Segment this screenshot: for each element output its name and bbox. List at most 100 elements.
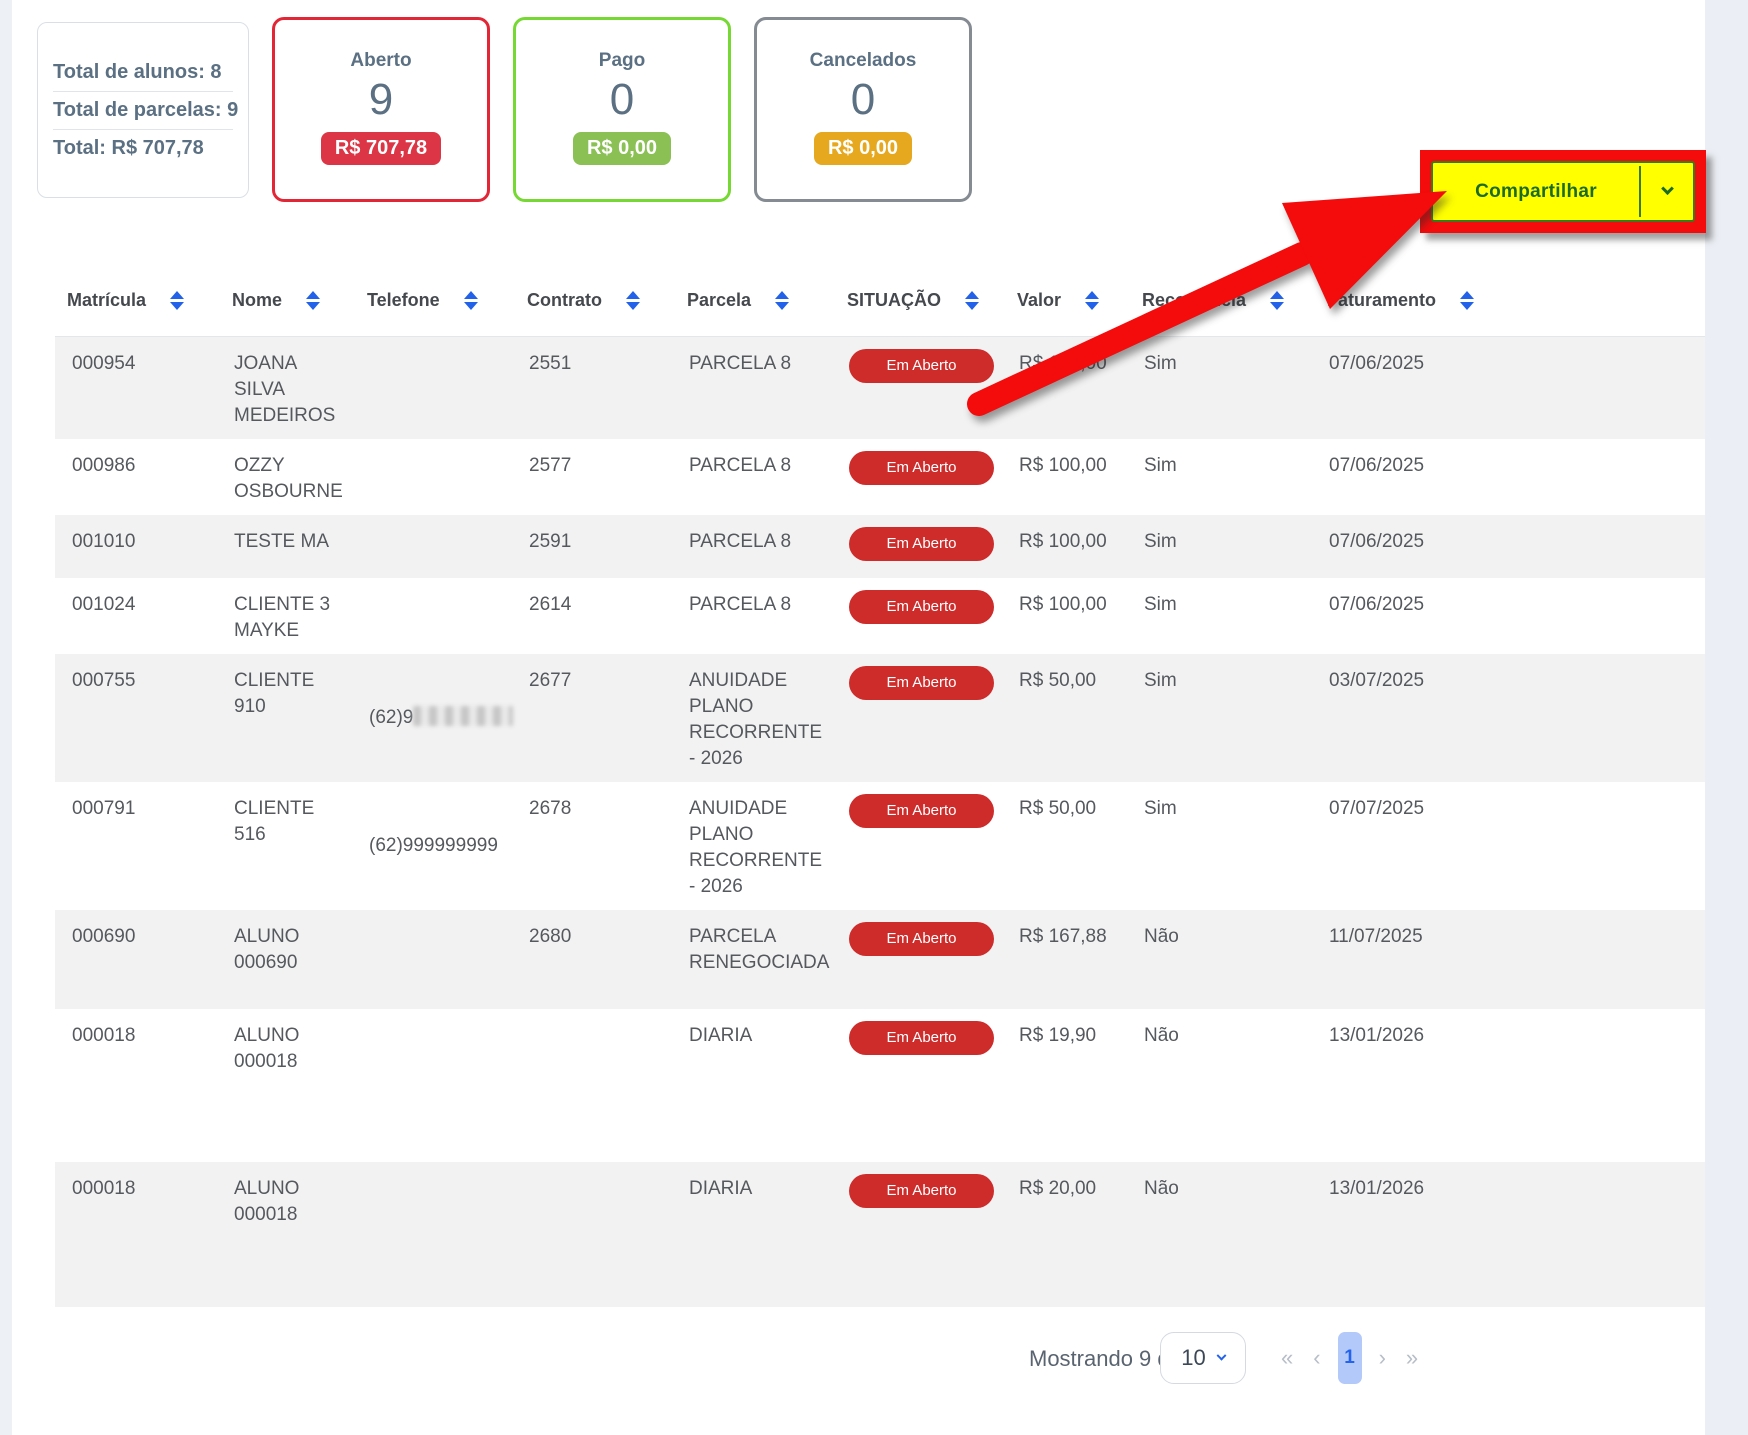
column-header-nome[interactable]: Nome [220,290,355,311]
sort-up-icon [306,291,320,299]
pagination-next-button[interactable]: › [1376,1345,1389,1371]
status-card-cancelados: Cancelados0R$ 0,00 [754,17,972,202]
sort-icon[interactable] [1270,291,1284,310]
cell-valor: R$ 19,90 [1005,1009,1130,1059]
pagination-prev-button[interactable]: ‹ [1310,1345,1323,1371]
cell-nome: TESTE MA [220,515,355,565]
cell-faturamento: 13/01/2026 [1315,1009,1705,1059]
table-row: 001024CLIENTE 3 MAYKE2614PARCELA 8Em Abe… [55,578,1705,654]
sort-icon[interactable] [775,291,789,310]
sort-icon[interactable] [965,291,979,310]
sort-icon[interactable] [626,291,640,310]
table-row: 000018ALUNO 000018DIARIAEm AbertoR$ 20,0… [55,1162,1705,1307]
sort-down-icon [1460,302,1474,310]
card-title: Cancelados [810,50,917,72]
cell-telefone [355,578,515,602]
pagination-page-1[interactable]: 1 [1338,1332,1362,1384]
pagination-first-button[interactable]: « [1278,1345,1296,1371]
cell-parcela: PARCELA 8 [675,439,835,489]
status-badge: Em Aberto [849,590,994,624]
summary-line: Total: R$ 707,78 [53,130,233,167]
sort-icon[interactable] [306,291,320,310]
sort-up-icon [1085,291,1099,299]
cell-recorrencia: Sim [1130,782,1315,832]
column-header-matricula[interactable]: Matrícula [55,290,220,311]
page-size-select[interactable]: 10 [1160,1332,1246,1384]
cell-situacao: Em Aberto [835,654,1005,710]
card-title: Aberto [350,50,411,72]
sort-up-icon [626,291,640,299]
table-row: 000690ALUNO 0006902680PARCELA RENEGOCIAD… [55,910,1705,1009]
column-header-telefone[interactable]: Telefone [355,290,515,311]
cell-faturamento: 07/07/2025 [1315,782,1705,832]
cell-situacao: Em Aberto [835,1162,1005,1218]
parcelas-table: Matrícula Nome TelefoneContratoParcelaSITU… [55,265,1705,1307]
column-header-contrato[interactable]: Contrato [515,290,675,311]
card-amount-badge: R$ 0,00 [814,132,912,165]
pagination-last-button[interactable]: » [1403,1345,1421,1371]
column-header-faturamento[interactable]: Faturamento [1315,290,1705,311]
card-title: Pago [599,50,645,72]
card-count: 0 [610,74,634,126]
cell-recorrencia: Sim [1130,439,1315,489]
status-badge: Em Aberto [849,922,994,956]
sort-down-icon [1270,302,1284,310]
cell-parcela: ANUIDADE PLANO RECORRENTE - 2026 [675,782,835,910]
column-header-label: Recorrência [1142,290,1246,311]
compartilhar-label: Compartilhar [1433,163,1639,220]
cell-parcela: PARCELA RENEGOCIADA [675,910,835,986]
cell-situacao: Em Aberto [835,1009,1005,1065]
cell-matricula: 000791 [55,782,220,832]
cell-valor: R$ 167,88 [1005,910,1130,960]
pagination: « ‹ 1 › » [1278,1332,1421,1384]
summary-line: Total de alunos: 8 [53,54,233,92]
cell-recorrencia: Não [1130,1162,1315,1212]
cell-nome: OZZY OSBOURNE [220,439,355,515]
cell-faturamento: 07/06/2025 [1315,439,1705,489]
cell-matricula: 001010 [55,515,220,565]
cell-valor: R$ 50,00 [1005,782,1130,832]
sort-down-icon [965,302,979,310]
column-header-valor[interactable]: Valor [1005,290,1130,311]
column-header-label: Nome [232,290,282,311]
sort-up-icon [1460,291,1474,299]
cell-contrato [515,1162,675,1186]
cell-telefone [355,515,515,539]
column-header-parcela[interactable]: Parcela [675,290,835,311]
column-header-situacao[interactable]: SITUAÇÃO [835,290,1005,311]
table-row: 000954JOANA SILVA MEDEIROS2551PARCELA 8E… [55,337,1705,439]
cell-situacao: Em Aberto [835,337,1005,393]
cell-nome: CLIENTE 516 [220,782,355,858]
sort-icon[interactable] [1085,291,1099,310]
sort-down-icon [626,302,640,310]
table-row: 001010TESTE MA2591PARCELA 8Em AbertoR$ 1… [55,515,1705,578]
cell-contrato: 2614 [515,578,675,628]
card-count: 9 [369,74,393,126]
column-header-label: Matrícula [67,290,146,311]
page-size-value: 10 [1181,1345,1205,1371]
sort-icon[interactable] [170,291,184,310]
column-header-recorrencia[interactable]: Recorrência [1130,290,1315,311]
status-badge: Em Aberto [849,794,994,828]
cell-valor: R$ 100,00 [1005,515,1130,565]
chevron-down-icon[interactable] [1641,163,1693,220]
phone-redacted-blur [413,706,513,726]
cell-matricula: 000986 [55,439,220,489]
cell-telefone [355,337,515,361]
phone-value: (62)999999999 [369,833,498,859]
cell-recorrencia: Não [1130,1009,1315,1059]
cell-telefone [355,439,515,463]
cell-contrato [515,1009,675,1033]
cell-contrato: 2678 [515,782,675,832]
cell-faturamento: 07/06/2025 [1315,515,1705,565]
compartilhar-button[interactable]: Compartilhar [1431,161,1695,222]
cell-valor: R$ 50,00 [1005,654,1130,704]
table-row: 000791CLIENTE 516 (62)999999999 2678ANUIDA… [55,782,1705,910]
status-badge: Em Aberto [849,527,994,561]
card-amount-badge: R$ 0,00 [573,132,671,165]
cell-contrato: 2551 [515,337,675,387]
cell-situacao: Em Aberto [835,782,1005,838]
sort-icon[interactable] [464,291,478,310]
status-card-aberto: Aberto9R$ 707,78 [272,17,490,202]
sort-icon[interactable] [1460,291,1474,310]
